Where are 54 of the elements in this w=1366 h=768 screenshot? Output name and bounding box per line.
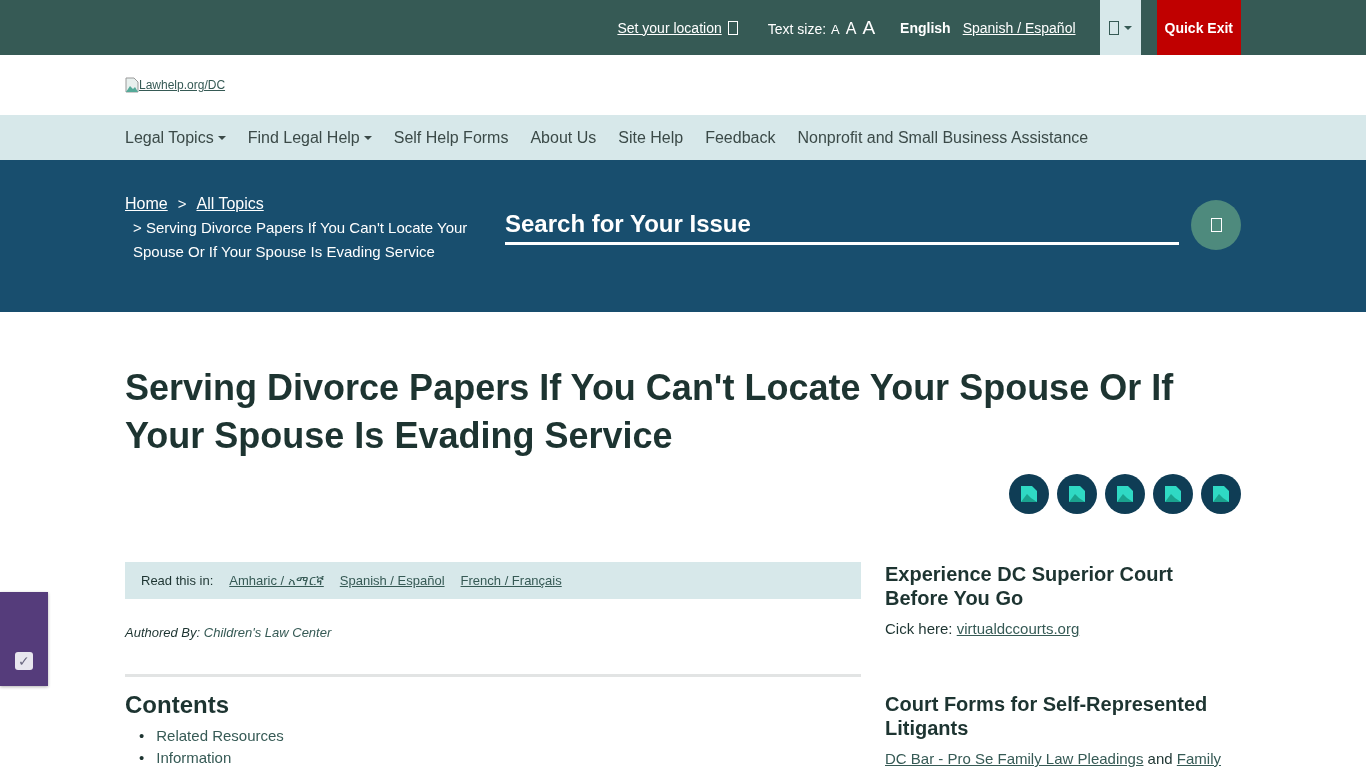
broken-image-icon <box>1211 484 1231 504</box>
broken-image-icon <box>1163 484 1183 504</box>
nav-link[interactable]: Site Help <box>618 128 684 147</box>
nav-link[interactable]: Legal Topics <box>125 128 226 147</box>
sidebar-text: and <box>1146 750 1174 767</box>
breadcrumb-separator: > <box>177 195 187 212</box>
sidebar-link[interactable]: DC Bar - Pro Se Family Law Pleadings <box>885 750 1144 767</box>
breadcrumb-link[interactable]: Home <box>125 195 168 212</box>
language-link[interactable]: French / Français <box>460 573 562 588</box>
checkbox[interactable]: ✓ <box>15 652 33 670</box>
search-field[interactable]: Search for Your Issue <box>505 205 1179 245</box>
nav-link[interactable]: Self Help Forms <box>393 128 509 147</box>
breadcrumb-current: > Serving Divorce Papers If You Can't Locate Your Spouse Or If Your Spouse Is Evading Service <box>132 218 469 262</box>
language-link[interactable]: Spanish / Español <box>962 19 1076 36</box>
broken-image-icon <box>1019 484 1039 504</box>
read-in-label: Read this in: <box>141 573 214 588</box>
author-link[interactable]: Children's Law Center <box>203 625 332 640</box>
nav-link[interactable]: Find Legal Help <box>247 128 372 147</box>
broken-image-icon <box>1067 484 1087 504</box>
accessibility-widget[interactable]: ✓ <box>0 592 48 686</box>
text-size-button[interactable]: A <box>861 16 877 39</box>
language-link[interactable]: Spanish / Español <box>339 573 445 588</box>
text-size-label: Text size: <box>767 20 827 37</box>
logo-link[interactable]: Lawhelp.org/DC <box>125 77 226 93</box>
quick-exit-button[interactable]: Quick Exit <box>1156 0 1241 55</box>
list-bullet: • <box>139 749 145 766</box>
share-button[interactable] <box>1009 474 1049 514</box>
share-button[interactable] <box>1105 474 1145 514</box>
language-link[interactable]: English <box>900 19 951 36</box>
text-size-button[interactable]: A <box>830 21 841 37</box>
language-link[interactable]: Amharic / አማርኛ <box>229 572 324 589</box>
nav-link[interactable]: About Us <box>530 128 597 147</box>
sidebar-text: Cick here: <box>885 620 954 637</box>
account-menu-button[interactable] <box>1099 0 1141 55</box>
contents-link[interactable]: Information <box>156 749 232 766</box>
nav-link[interactable]: Feedback <box>705 128 776 147</box>
nav-link[interactable]: Nonprofit and Small Business Assistance <box>797 128 1089 147</box>
contents-link[interactable]: Related Resources <box>156 727 284 744</box>
contents-heading: Contents <box>125 691 230 719</box>
list-bullet: • <box>139 727 145 744</box>
sidebar-link[interactable]: virtualdccourts.org <box>956 620 1080 637</box>
location-link[interactable]: Set your location <box>617 19 738 36</box>
share-button[interactable] <box>1057 474 1097 514</box>
broken-image-icon <box>1115 484 1135 504</box>
sidebar-heading: Court Forms for Self-Represented Litigants <box>885 692 1209 740</box>
author-label: Authored By: <box>125 625 202 640</box>
breadcrumb-link[interactable]: All Topics <box>196 195 264 212</box>
share-button[interactable] <box>1201 474 1241 514</box>
broken-image-icon <box>125 77 139 93</box>
page-title: Serving Divorce Papers If You Can't Locate Your Spouse Or If Your Spouse Is Evading Service <box>125 366 1175 458</box>
sidebar-heading: Experience DC Superior Court Before You Go <box>885 562 1174 610</box>
text-size-button[interactable]: A <box>844 19 858 38</box>
sidebar-link[interactable]: Family <box>1176 750 1221 767</box>
share-button[interactable] <box>1153 474 1193 514</box>
